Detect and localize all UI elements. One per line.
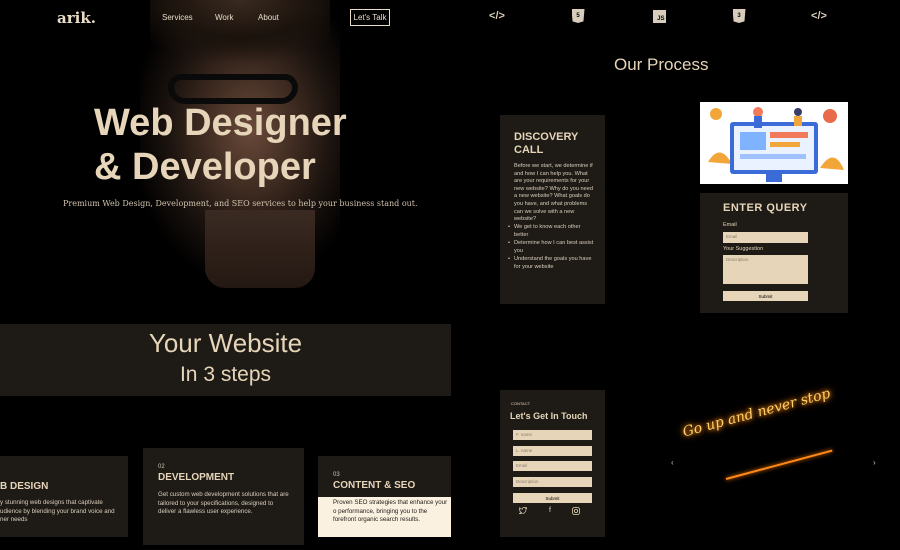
hero-title-line2: & Developer — [94, 146, 316, 188]
step-text: y stunning web designs that captivate ud… — [0, 499, 115, 524]
discovery-title-line2: CALL — [514, 144, 544, 156]
step-title: DEVELOPMENT — [158, 472, 235, 483]
nav-services[interactable]: Services — [162, 13, 193, 22]
slider-prev-arrow[interactable]: ‹ — [671, 458, 674, 467]
hero-portrait-hair — [150, 0, 330, 70]
nav-work[interactable]: Work — [215, 13, 234, 22]
contact-description-field[interactable]: Description — [513, 477, 592, 487]
email-label: Email — [723, 222, 737, 228]
instagram-icon[interactable] — [572, 507, 580, 517]
hero-title: Web Designer & Developer — [94, 101, 347, 189]
step-number: 03 — [333, 472, 340, 478]
hero-portrait-glasses — [168, 74, 298, 104]
left-page: arik. Services Work About Let's Talk Web… — [0, 0, 451, 550]
process-title: Our Process — [614, 55, 709, 74]
step-title: CONTENT & SEO — [333, 480, 416, 491]
discovery-title: DISCOVERY CALL — [514, 131, 578, 157]
js-icon: JS — [650, 9, 668, 23]
step-card-content-seo: 03 CONTENT & SEO Proven SEO strategies t… — [318, 456, 451, 537]
html5-icon: 5 — [569, 9, 587, 23]
code-icon: </> — [489, 10, 505, 22]
css3-icon: 3 — [730, 9, 748, 23]
contact-last-name-field[interactable]: L. name — [513, 446, 592, 456]
contact-first-name-field[interactable]: F. name — [513, 430, 592, 440]
suggestion-label: Your Suggestion — [723, 246, 764, 252]
contact-submit-button[interactable]: Submit — [513, 493, 592, 503]
discovery-body: Before we start, we determine if and how… — [514, 163, 593, 223]
twitter-icon[interactable] — [518, 507, 529, 516]
steps-banner: Your Website In 3 steps — [0, 324, 451, 396]
site-logo[interactable]: arik. — [57, 9, 96, 27]
lets-talk-button[interactable]: Let's Talk — [350, 9, 390, 26]
list-item: We get to know each other better — [508, 224, 596, 239]
step-card-design: B DESIGN y stunning web designs that cap… — [0, 456, 128, 537]
steps-banner-line1: Your Website — [148, 328, 303, 358]
step-title: B DESIGN — [0, 481, 49, 492]
facebook-icon[interactable]: f — [546, 507, 554, 514]
contact-email-field[interactable]: Email — [513, 461, 592, 471]
contact-title: Let's Get In Touch — [510, 411, 588, 421]
step-text: Proven SEO strategies that enhance your … — [333, 499, 448, 524]
query-title: ENTER QUERY — [723, 202, 808, 214]
hero-portrait-neck — [205, 210, 315, 288]
discovery-points: We get to know each other better Determi… — [508, 224, 596, 273]
step-text: Get custom web development solutions tha… — [158, 491, 289, 516]
hero-title-line1: Web Designer — [94, 102, 347, 144]
list-item: Determine how I can best assist you — [508, 240, 596, 255]
code-icon: </> — [811, 10, 827, 22]
step-card-development: 02 DEVELOPMENT Get custom web developmen… — [143, 448, 304, 545]
query-email-field[interactable]: Email — [723, 232, 808, 243]
step-number: 02 — [158, 464, 165, 470]
web-design-illustration — [700, 102, 848, 184]
discovery-title-line1: DISCOVERY — [514, 131, 579, 143]
query-suggestion-field[interactable]: Description — [723, 255, 808, 284]
nav-about[interactable]: About — [258, 13, 279, 22]
contact-eyebrow: CONTACT — [511, 401, 531, 406]
slider-next-arrow[interactable]: › — [873, 458, 876, 467]
list-item: Understand the goals you have for your w… — [508, 256, 596, 271]
steps-banner-line2: In 3 steps — [179, 363, 272, 386]
query-submit-button[interactable]: Submit — [723, 291, 808, 301]
hero-subtitle: Premium Web Design, Development, and SEO… — [63, 199, 418, 208]
